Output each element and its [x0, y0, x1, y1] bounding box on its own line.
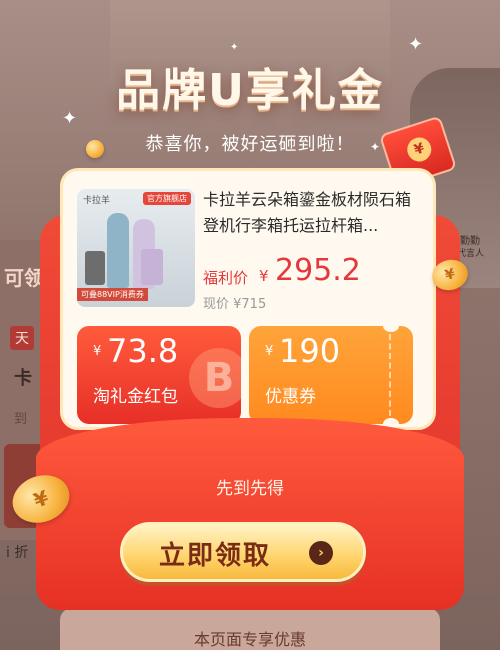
product-image-badge: 可叠88VIP消费券	[77, 288, 148, 301]
product-image-tag: 官方旗舰店	[143, 192, 191, 205]
coupon-perforation	[389, 334, 391, 416]
sparkle-icon: ✦	[62, 108, 78, 129]
background-left-letter: 卡	[14, 368, 32, 389]
background-left-to: 到	[14, 412, 28, 427]
claim-button-label: 立即领取	[159, 541, 272, 571]
coupon-notch	[383, 418, 399, 424]
first-come-text: 先到先得	[216, 479, 284, 499]
coupon-currency: ¥	[93, 344, 102, 359]
coupon-notch	[383, 326, 399, 332]
background-bottom-text: 本页面专享优惠	[193, 630, 306, 649]
coupon-taolijin[interactable]: ¥ 73.8 淘礼金红包 B	[77, 326, 241, 424]
coupon-discount[interactable]: ¥ 190 优惠券	[249, 326, 413, 424]
price-currency: ¥	[259, 267, 269, 285]
background-left-info: i 折	[6, 545, 29, 561]
product-card[interactable]: 卡拉羊 官方旗舰店 可叠88VIP消费券 卡拉羊云朵箱鎏金板材陨石箱登机行李箱托…	[60, 168, 436, 430]
claim-now-button[interactable]: 立即领取 ›	[120, 522, 366, 582]
coupon-amount: 190	[279, 332, 341, 370]
sparkle-icon: ✦	[370, 140, 381, 154]
coupon-currency: ¥	[265, 344, 274, 359]
product-title[interactable]: 卡拉羊云朵箱鎏金板材陨石箱登机行李箱托运拉杆箱...	[203, 187, 425, 239]
coupon-label: 优惠券	[265, 387, 316, 407]
coupon-label: 淘礼金红包	[93, 387, 178, 407]
coin-icon	[86, 140, 104, 158]
price-label: 福利价	[203, 269, 249, 287]
luggage-illustration	[85, 251, 105, 285]
luggage-illustration	[141, 249, 163, 285]
background-left-tag: 天	[10, 326, 34, 350]
original-price: 现价 ¥715	[203, 297, 267, 312]
coupon-decoration-icon: B	[189, 348, 241, 408]
background-left-label: 可领	[4, 266, 44, 290]
product-image[interactable]: 卡拉羊 官方旗舰店 可叠88VIP消费券	[77, 189, 195, 307]
sparkle-icon: ✦	[408, 34, 424, 55]
coupon-amount: 73.8	[107, 332, 179, 370]
sparkle-icon: ✦	[230, 42, 239, 53]
price-value: 295.2	[275, 253, 361, 288]
chevron-right-icon: ›	[309, 541, 333, 565]
product-image-brand: 卡拉羊	[83, 196, 111, 206]
